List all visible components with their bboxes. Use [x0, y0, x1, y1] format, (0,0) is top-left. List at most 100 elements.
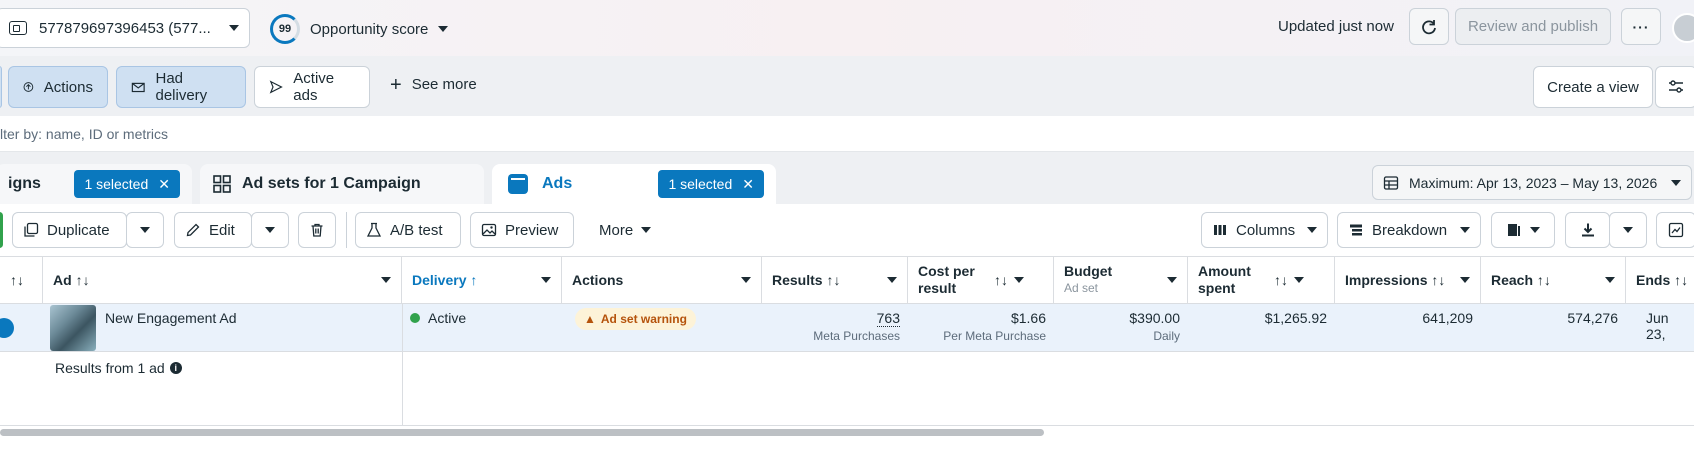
horizontal-scrollbar[interactable] — [0, 429, 1044, 436]
create-button-edge[interactable] — [0, 212, 3, 248]
filter-chip-actions[interactable]: Actions — [8, 66, 108, 108]
breakdown-button[interactable]: Breakdown — [1337, 212, 1481, 248]
header-impressions[interactable]: Impressions ↑↓ — [1335, 256, 1481, 304]
chevron-down-icon — [741, 277, 751, 283]
sort-asc-icon: ↑ — [470, 271, 478, 288]
header-ends[interactable]: Ends ↑↓ — [1626, 256, 1694, 304]
preview-button[interactable]: Preview — [470, 212, 574, 248]
results-value[interactable]: 763 — [876, 310, 900, 327]
ads-selected-pill[interactable]: 1 selected ✕ — [658, 170, 764, 198]
warning-label: Ad set warning — [600, 312, 687, 326]
more-options-button[interactable]: ··· — [1621, 8, 1661, 45]
chevron-down-icon — [1530, 227, 1540, 233]
columns-icon — [1214, 225, 1226, 235]
campaigns-selected-pill[interactable]: 1 selected ✕ — [74, 170, 180, 198]
reports-button[interactable] — [1491, 212, 1555, 248]
sliders-icon — [1669, 80, 1683, 93]
ad-thumbnail[interactable] — [50, 305, 96, 351]
filter-chip-had-delivery[interactable]: Had delivery — [116, 66, 246, 108]
breakdown-icon — [1350, 224, 1362, 236]
score-label: Opportunity score — [310, 20, 429, 38]
budget-cell[interactable]: $390.00 Daily — [1054, 304, 1188, 352]
sort-icon: ↑↓ — [1674, 271, 1689, 288]
budget-value: $390.00 — [1129, 310, 1180, 326]
chevron-down-icon — [887, 277, 897, 283]
cost-type: Per Meta Purchase — [943, 329, 1046, 343]
ends-cell: Jun 23, — [1646, 310, 1669, 342]
chevron-down-icon — [381, 277, 391, 283]
ad-name[interactable]: New Engagement Ad — [97, 304, 397, 352]
header-reach[interactable]: Reach ↑↓ — [1481, 256, 1626, 304]
tab-adsets[interactable]: Ad sets for 1 Campaign — [200, 164, 484, 204]
updated-status: Updated just now — [1278, 18, 1394, 35]
selected-count: 1 selected — [668, 176, 733, 192]
chip-label: Had delivery — [155, 70, 208, 104]
ad-set-warning-badge[interactable]: ▲ Ad set warning — [575, 308, 696, 330]
ab-test-button[interactable]: A/B test — [355, 212, 461, 248]
header-budget[interactable]: Budget Ad set — [1054, 256, 1188, 304]
spent-cell: $1,265.92 — [1264, 310, 1327, 326]
filter-settings-button[interactable] — [1655, 66, 1694, 108]
score-ring: 99 — [270, 14, 300, 44]
account-label: 577879697396453 (577... — [39, 19, 211, 37]
create-view-button[interactable]: Create a view — [1533, 66, 1653, 108]
header-amount-spent[interactable]: Amount spent ↑↓ — [1188, 256, 1335, 304]
chip-edge[interactable] — [0, 66, 2, 108]
delete-button[interactable] — [298, 212, 336, 248]
tab-label: Ads — [542, 175, 573, 192]
chevron-down-icon — [140, 227, 150, 233]
envelope-icon — [131, 82, 145, 93]
header-select-column[interactable]: ↑↓ — [0, 256, 43, 304]
delivery-status: Active — [428, 310, 467, 326]
impressions-cell: 641,209 — [1422, 310, 1473, 326]
sort-icon: ↑↓ — [75, 271, 90, 288]
header-actions[interactable]: Actions — [562, 256, 762, 304]
account-selector[interactable]: 577879697396453 (577... — [0, 8, 250, 48]
refresh-button[interactable] — [1409, 8, 1449, 45]
chevron-down-icon — [1460, 227, 1470, 233]
chevron-down-icon — [1623, 227, 1633, 233]
edit-dropdown[interactable] — [251, 212, 289, 248]
duplicate-button[interactable]: Duplicate — [12, 212, 127, 248]
image-icon — [481, 223, 497, 237]
avatar[interactable] — [1672, 13, 1694, 43]
duplicate-dropdown[interactable] — [126, 212, 164, 248]
header-delivery[interactable]: Delivery ↑ — [402, 256, 562, 304]
charts-button[interactable] — [1656, 212, 1694, 248]
header-results[interactable]: Results ↑↓ — [762, 256, 908, 304]
opportunity-score[interactable]: 99 Opportunity score — [270, 14, 449, 44]
columns-button[interactable]: Columns — [1201, 212, 1328, 248]
date-range-picker[interactable]: Maximum: Apr 13, 2023 – May 13, 2026 — [1372, 165, 1692, 200]
reach-cell: 574,276 — [1567, 310, 1618, 326]
date-range-label: Maximum: Apr 13, 2023 – May 13, 2026 — [1409, 174, 1658, 191]
review-publish-button[interactable]: Review and publish — [1455, 8, 1611, 45]
chevron-down-icon — [1167, 277, 1177, 283]
see-more-button[interactable]: + See more — [390, 75, 477, 95]
tab-ads[interactable]: Ads 1 selected ✕ — [492, 164, 776, 204]
chevron-down-icon — [541, 277, 551, 283]
columns-label: Columns — [1236, 221, 1296, 239]
cost-value: $1.66 — [1010, 310, 1046, 326]
selected-count: 1 selected — [84, 176, 149, 192]
active-status-dot — [410, 313, 420, 323]
refresh-icon — [1422, 19, 1436, 34]
delivery-cell: Active — [402, 304, 562, 352]
ab-test-label: A/B test — [390, 221, 443, 239]
close-icon[interactable]: ✕ — [158, 176, 170, 193]
export-button[interactable] — [1565, 212, 1610, 248]
search-input[interactable]: lter by: name, ID or metrics — [0, 126, 168, 142]
info-icon[interactable]: i — [169, 362, 182, 374]
more-button[interactable]: More — [588, 212, 668, 248]
header-cost-per-result[interactable]: Cost per result ↑↓ — [908, 256, 1054, 304]
download-icon — [1581, 223, 1594, 237]
export-dropdown[interactable] — [1609, 212, 1647, 248]
account-icon — [9, 21, 27, 35]
tab-campaigns[interactable]: igns 1 selected ✕ — [0, 164, 192, 204]
sort-icon: ↑↓ — [994, 272, 1008, 288]
close-icon[interactable]: ✕ — [742, 176, 754, 193]
edit-button[interactable]: Edit — [174, 212, 252, 248]
filter-chip-active-ads[interactable]: Active ads — [254, 66, 370, 108]
flask-icon — [366, 222, 382, 237]
header-ad[interactable]: Ad ↑↓ — [43, 256, 402, 304]
header-label: Ends ↑↓ — [1636, 271, 1689, 288]
